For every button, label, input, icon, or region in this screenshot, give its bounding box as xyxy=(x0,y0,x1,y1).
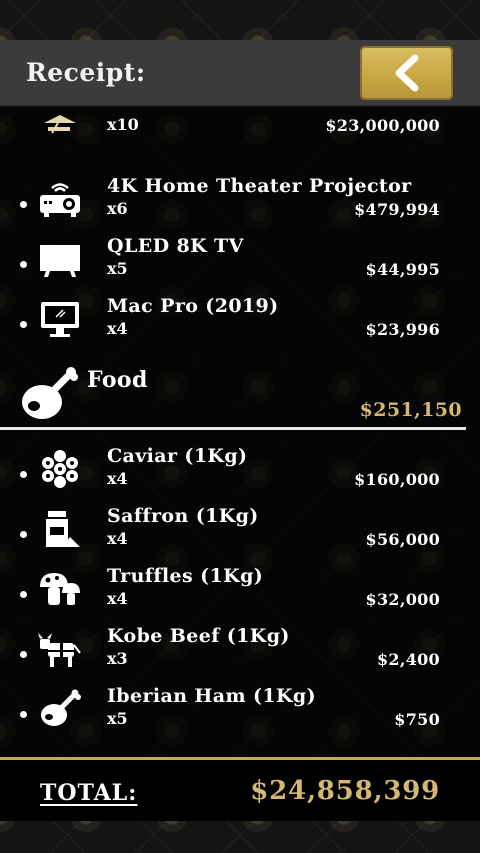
item-name: Mac Pro (2019) xyxy=(107,295,279,317)
item-quantity: x4 xyxy=(107,319,128,338)
item-quantity: x5 xyxy=(107,709,128,728)
chevron-left-icon xyxy=(395,54,418,92)
ham-icon xyxy=(41,689,81,726)
category-name: Food xyxy=(87,367,148,393)
list-item: 4K Home Theater Projector x6 $479,994 xyxy=(0,169,480,229)
bullet xyxy=(20,651,27,658)
category-total: $251,150 xyxy=(359,399,462,421)
list-item: Saffron (1Kg) x4 $56,000 xyxy=(0,499,480,559)
cow-icon xyxy=(38,633,81,667)
list-item: Kobe Beef (1Kg) x3 $2,400 xyxy=(0,619,480,679)
list-item: Mac Pro (2019) x4 $23,996 xyxy=(0,289,480,349)
item-price: $23,996 xyxy=(365,320,440,339)
list-item: QLED 8K TV x5 $44,995 xyxy=(0,229,480,289)
bullet xyxy=(20,591,27,598)
item-name: Truffles (1Kg) xyxy=(107,565,264,587)
item-name: Caviar (1Kg) xyxy=(107,445,248,467)
page-title: Receipt: xyxy=(26,58,146,87)
total-bar: TOTAL: $24,858,399 xyxy=(0,757,480,821)
item-name: 4K Home Theater Projector xyxy=(107,175,412,197)
list-item: Caviar (1Kg) x4 $160,000 xyxy=(0,439,480,499)
item-quantity: x5 xyxy=(107,259,128,278)
desktop-computer-icon xyxy=(41,302,79,337)
receipt-list[interactable]: x10 $23,000,000 4K Home Theater Projecto… xyxy=(0,107,480,757)
item-quantity: x4 xyxy=(107,469,128,488)
mushroom-icon xyxy=(40,573,80,605)
item-quantity: x10 xyxy=(107,115,139,134)
item-quantity: x4 xyxy=(107,529,128,548)
item-quantity: x4 xyxy=(107,589,128,608)
item-price: $160,000 xyxy=(354,470,440,489)
bullet xyxy=(20,531,27,538)
divider xyxy=(0,427,466,430)
item-name: Kobe Beef (1Kg) xyxy=(107,625,290,647)
item-name: Saffron (1Kg) xyxy=(107,505,259,527)
bullet xyxy=(20,261,27,268)
bullet xyxy=(20,711,27,718)
item-price: $750 xyxy=(394,710,440,729)
bullet xyxy=(20,321,27,328)
projector-icon xyxy=(40,183,80,217)
item-name: Iberian Ham (1Kg) xyxy=(107,685,317,707)
item-price: $44,995 xyxy=(365,260,440,279)
item-quantity: x3 xyxy=(107,649,128,668)
item-price: $23,000,000 xyxy=(325,116,440,135)
item-name: QLED 8K TV xyxy=(107,235,244,257)
lamp-icon xyxy=(44,115,76,134)
tv-icon xyxy=(40,245,80,277)
item-price: $56,000 xyxy=(365,530,440,549)
caviar-icon xyxy=(42,450,78,488)
back-button[interactable] xyxy=(360,46,453,100)
list-item: Iberian Ham (1Kg) x5 $750 xyxy=(0,679,480,739)
saffron-jar-icon xyxy=(46,511,80,547)
item-price: $32,000 xyxy=(365,590,440,609)
bullet xyxy=(20,201,27,208)
category-header-food: Food $251,150 xyxy=(0,362,480,432)
item-price: $2,400 xyxy=(376,650,440,669)
header-bar: Receipt: xyxy=(0,40,480,106)
list-item: Truffles (1Kg) x4 $32,000 xyxy=(0,559,480,619)
bullet xyxy=(20,471,27,478)
item-price: $479,994 xyxy=(354,200,440,219)
item-quantity: x6 xyxy=(107,199,128,218)
list-item: x10 $23,000,000 xyxy=(0,107,480,145)
total-value: $24,858,399 xyxy=(250,776,440,806)
ham-leg-icon xyxy=(22,367,78,419)
total-label: TOTAL: xyxy=(40,780,138,806)
